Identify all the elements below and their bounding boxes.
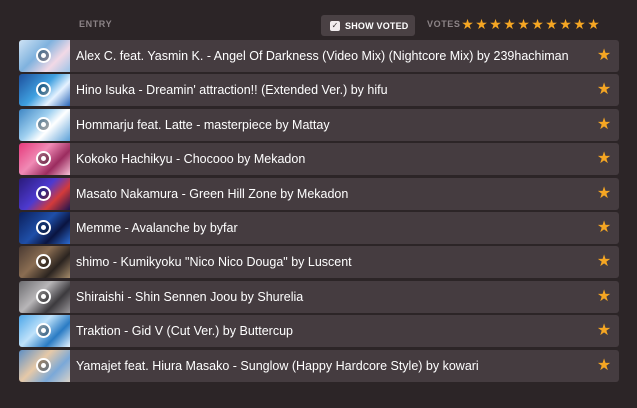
vote-star-icon[interactable]: ★ (596, 150, 612, 168)
star-icon[interactable]: ★ (503, 16, 516, 32)
entry-title: Traktion - Gid V (Cut Ver.) by Buttercup (76, 324, 293, 339)
entry-row[interactable]: Shiraishi - Shin Sennen Joou by Shurelia… (19, 280, 619, 313)
play-icon[interactable] (36, 82, 51, 98)
entry-title: Yamajet feat. Hiura Masako - Sunglow (Ha… (76, 358, 479, 373)
votes-column-label: VOTES (427, 19, 461, 29)
star-icon[interactable]: ★ (545, 16, 558, 32)
star-icon[interactable]: ★ (559, 16, 572, 32)
entry-list: Alex C. feat. Yasmin K. - Angel Of Darkn… (19, 40, 619, 384)
beatmap-voting-page: ENTRY ✓ SHOW VOTED VOTES ★ ★ ★ ★ ★ ★ ★ ★ ★ ★ Alex… (0, 0, 637, 408)
star-icon[interactable]: ★ (587, 16, 600, 32)
entry-title: Memme - Avalanche by byfar (76, 220, 238, 235)
star-icon[interactable]: ★ (461, 16, 474, 32)
entry-row[interactable]: Hommarju feat. Latte - masterpiece by Ma… (19, 108, 619, 141)
beatmap-thumbnail[interactable] (19, 211, 70, 244)
entry-column-label: ENTRY (79, 19, 113, 29)
entry-row[interactable]: Alex C. feat. Yasmin K. - Angel Of Darkn… (19, 40, 619, 72)
entry-title: Shiraishi - Shin Sennen Joou by Shurelia (76, 289, 304, 304)
vote-star-icon[interactable]: ★ (596, 322, 612, 340)
entry-row[interactable]: Yamajet feat. Hiura Masako - Sunglow (Ha… (19, 349, 619, 382)
vote-star-filter: ★ ★ ★ ★ ★ ★ ★ ★ ★ ★ (461, 16, 600, 32)
show-voted-toggle[interactable]: ✓ SHOW VOTED (321, 15, 415, 36)
play-icon[interactable] (36, 357, 51, 373)
entry-row[interactable]: Kokoko Hachikyu - Chocooo by Mekadon ★ (19, 143, 619, 176)
entry-title: shimo - Kumikyoku "Nico Nico Douga" by L… (76, 255, 352, 270)
play-icon[interactable] (36, 48, 51, 63)
star-icon[interactable]: ★ (475, 16, 488, 32)
vote-star-icon[interactable]: ★ (596, 185, 612, 203)
entry-row[interactable]: Hino Isuka - Dreamin' attraction!! (Exte… (19, 74, 619, 107)
list-header: ENTRY ✓ SHOW VOTED VOTES ★ ★ ★ ★ ★ ★ ★ ★ ★ ★ (0, 0, 637, 40)
checkbox-checked-icon[interactable]: ✓ (330, 20, 340, 31)
play-icon[interactable] (36, 185, 51, 201)
vote-star-icon[interactable]: ★ (596, 81, 612, 99)
entry-title: Hino Isuka - Dreamin' attraction!! (Exte… (76, 83, 388, 98)
entry-title: Alex C. feat. Yasmin K. - Angel Of Darkn… (76, 49, 569, 63)
beatmap-thumbnail[interactable] (19, 40, 70, 72)
beatmap-thumbnail[interactable] (19, 108, 70, 141)
beatmap-thumbnail[interactable] (19, 74, 70, 107)
entry-row[interactable]: Memme - Avalanche by byfar ★ (19, 211, 619, 244)
beatmap-thumbnail[interactable] (19, 143, 70, 176)
vote-star-icon[interactable]: ★ (596, 219, 612, 237)
vote-star-icon[interactable]: ★ (596, 288, 612, 306)
entry-row[interactable]: shimo - Kumikyoku "Nico Nico Douga" by L… (19, 246, 619, 279)
beatmap-thumbnail[interactable] (19, 280, 70, 313)
beatmap-thumbnail[interactable] (19, 177, 70, 210)
star-icon[interactable]: ★ (489, 16, 502, 32)
play-icon[interactable] (36, 116, 51, 132)
vote-star-icon[interactable]: ★ (596, 357, 612, 375)
entry-row[interactable]: Traktion - Gid V (Cut Ver.) by Buttercup… (19, 315, 619, 348)
play-icon[interactable] (36, 288, 51, 304)
vote-star-icon[interactable]: ★ (596, 116, 612, 134)
star-icon[interactable]: ★ (573, 16, 586, 32)
play-icon[interactable] (36, 219, 51, 235)
vote-star-icon[interactable]: ★ (596, 47, 612, 65)
play-icon[interactable] (36, 323, 51, 339)
beatmap-thumbnail[interactable] (19, 246, 70, 279)
entry-title: Kokoko Hachikyu - Chocooo by Mekadon (76, 152, 306, 167)
beatmap-thumbnail[interactable] (19, 315, 70, 348)
star-icon[interactable]: ★ (531, 16, 544, 32)
star-icon[interactable]: ★ (517, 16, 530, 32)
play-icon[interactable] (36, 151, 51, 167)
play-icon[interactable] (36, 254, 51, 270)
entry-title: Hommarju feat. Latte - masterpiece by Ma… (76, 117, 330, 132)
entry-title: Masato Nakamura - Green Hill Zone by Mek… (76, 186, 349, 201)
beatmap-thumbnail[interactable] (19, 349, 70, 382)
show-voted-label: SHOW VOTED (345, 20, 409, 31)
vote-star-icon[interactable]: ★ (596, 253, 612, 271)
entry-row[interactable]: Masato Nakamura - Green Hill Zone by Mek… (19, 177, 619, 210)
